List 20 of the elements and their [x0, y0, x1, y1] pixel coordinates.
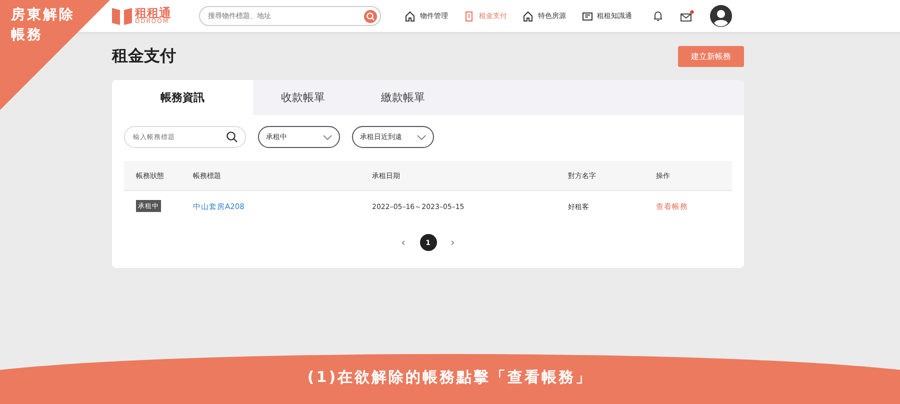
- house-icon: [523, 10, 534, 22]
- avatar-icon[interactable]: [710, 5, 732, 27]
- page-title: 租金支付: [112, 46, 176, 67]
- logo-name: 租租通: [135, 7, 171, 19]
- chevron-down-icon: [323, 134, 332, 140]
- tab[interactable]: 繳款帳單: [353, 80, 453, 115]
- mail-icon[interactable]: [680, 10, 694, 22]
- caption-text: (1)在欲解除的帳務點擊「查看帳務」: [307, 368, 593, 388]
- logo-book-icon: [112, 7, 132, 25]
- house-icon: [405, 10, 416, 22]
- search-icon[interactable]: [226, 131, 238, 143]
- tab[interactable]: 帳務資訊: [112, 80, 253, 115]
- newspaper-icon: [582, 10, 593, 22]
- next-page-button[interactable]: ›: [446, 236, 459, 249]
- bell-icon[interactable]: [652, 10, 664, 22]
- chevron-down-icon: [417, 134, 426, 140]
- banner-text: 房東解除帳務: [11, 6, 76, 45]
- document-icon: [464, 10, 475, 22]
- tab[interactable]: 收款帳單: [253, 80, 353, 115]
- previous-page-button[interactable]: ‹: [397, 236, 410, 249]
